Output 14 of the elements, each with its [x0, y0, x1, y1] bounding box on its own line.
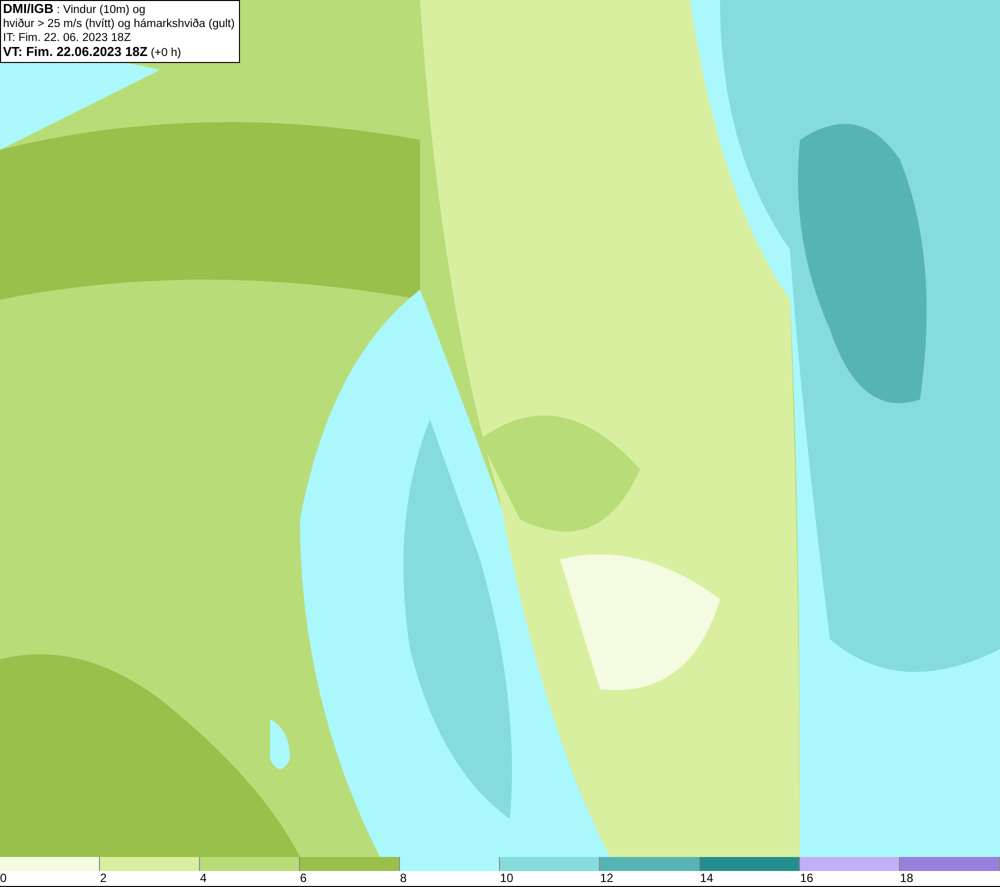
info-text: hviður > 25 m/s (hvítt) og hámarkshviða (gult) — [3, 17, 235, 31]
legend-label: 18 — [900, 871, 914, 885]
legend-label: 10 — [500, 871, 514, 885]
info-text: VT: Fim. 22.06.2023 18Z (+0 h) — [3, 45, 182, 60]
info-text: DMI/IGB : Vindur (10m) og — [3, 2, 146, 17]
legend-label: 16 — [800, 871, 814, 885]
legend-label: 14 — [700, 871, 714, 885]
legend-label: 8 — [400, 871, 407, 885]
legend-label: 4 — [200, 871, 207, 885]
info-text: IT: Fim. 22. 06. 2023 18Z — [3, 31, 132, 45]
legend-label: 0 — [0, 871, 7, 885]
legend-label: 2 — [100, 871, 107, 885]
legend-label: 6 — [300, 871, 307, 885]
legend-label: 12 — [600, 871, 614, 885]
